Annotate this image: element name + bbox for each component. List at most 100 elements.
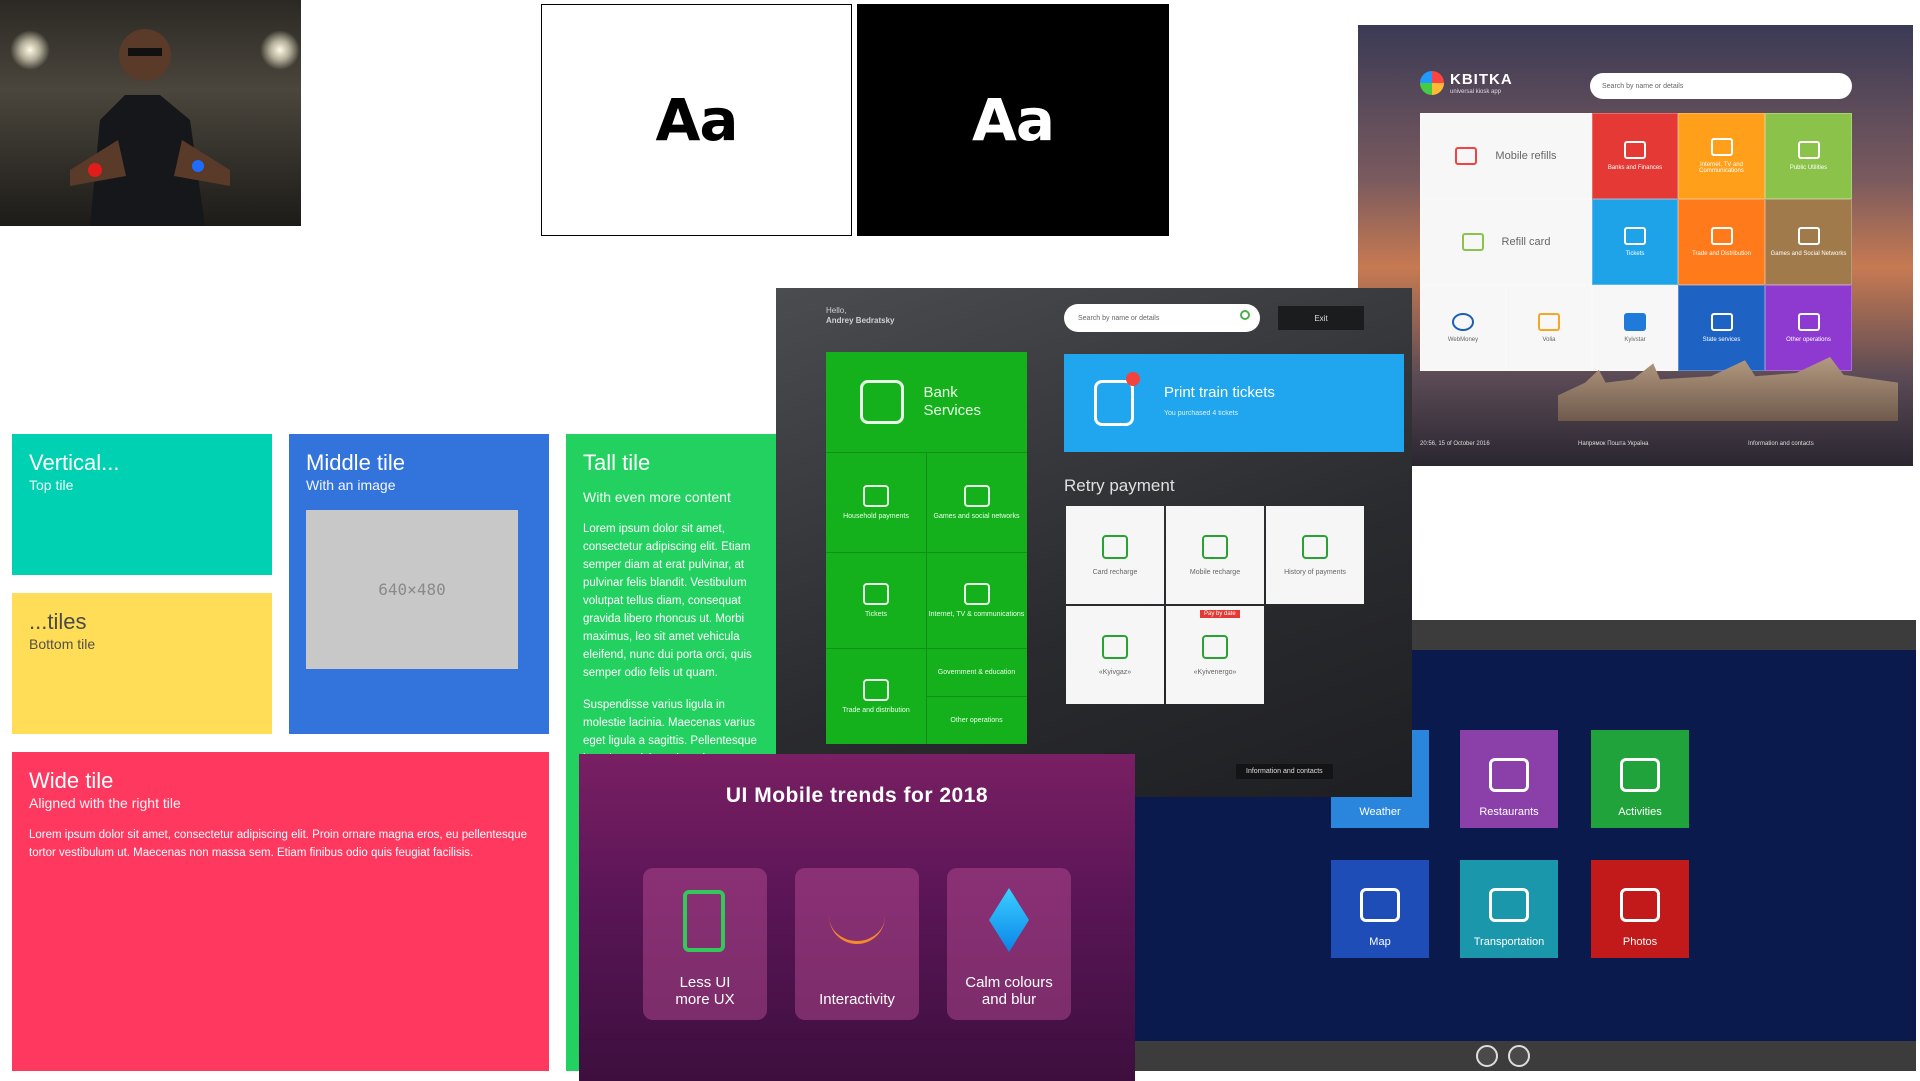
- search-input[interactable]: Search by name or details: [1590, 73, 1852, 99]
- banner-title: Print train tickets: [1164, 384, 1275, 401]
- card-icon: [1461, 233, 1484, 251]
- bag-icon: [1710, 227, 1733, 245]
- ticket-icon: [1624, 227, 1646, 245]
- tile-subtitle: Bottom tile: [29, 636, 96, 652]
- service-utilities[interactable]: Public Utilities: [1765, 113, 1852, 199]
- service-internet[interactable]: Internet, TV and Communications: [1678, 113, 1765, 199]
- trade-button[interactable]: Trade and distribution: [826, 648, 927, 744]
- notification-badge: [1126, 372, 1140, 386]
- info-contacts-link[interactable]: Information and contacts: [1236, 764, 1333, 779]
- flame-icon: [1102, 634, 1128, 659]
- tile-activities[interactable]: Activities: [1591, 730, 1689, 828]
- tile-title: Middle tile: [306, 450, 406, 475]
- list-icon: [1797, 313, 1820, 331]
- banner-subtitle: You purchased 4 tickets: [1164, 410, 1239, 417]
- briefcase-icon: [863, 678, 889, 701]
- service-trade[interactable]: Trade and Distribution: [1678, 199, 1765, 285]
- trend-card-less-ui: Less UI more UX: [643, 868, 767, 1020]
- flag-icon[interactable]: [1508, 1045, 1530, 1067]
- internet-button[interactable]: Internet, TV & communications: [926, 552, 1027, 649]
- train-icon: [1094, 380, 1134, 426]
- tickets-button[interactable]: Tickets: [826, 552, 927, 649]
- service-webmoney[interactable]: WebMoney: [1420, 285, 1506, 371]
- gamepad-icon: [963, 484, 990, 507]
- star-icon: [1624, 313, 1646, 331]
- ticket-icon: [863, 582, 889, 605]
- service-panel: Bank Services Household payments Games a…: [826, 352, 1027, 744]
- home-icon[interactable]: [1476, 1045, 1498, 1067]
- service-grid: Mobile refills Banks and Finances Intern…: [1420, 113, 1852, 371]
- gamepad-icon: [1797, 227, 1820, 245]
- tile-middle: Middle tile With an image 640×480: [289, 434, 549, 734]
- operators-icon: [1455, 147, 1478, 165]
- kbitka-logo-icon: [1420, 71, 1444, 95]
- tile-vertical-top: Vertical... Top tile: [12, 434, 272, 575]
- service-tickets[interactable]: Tickets: [1592, 199, 1678, 285]
- tile-vertical-bottom: ...tiles Bottom tile: [12, 593, 272, 734]
- government-button[interactable]: Government & education: [926, 648, 1027, 697]
- house-icon: [1797, 141, 1820, 159]
- person-silhouette: [70, 29, 230, 226]
- banner-title: UI Mobile trends for 2018: [725, 784, 989, 807]
- bank-icon: [1624, 141, 1646, 159]
- phone-touch-icon: [683, 890, 725, 952]
- games-button[interactable]: Games and social networks: [926, 452, 1027, 553]
- tile-photos[interactable]: Photos: [1591, 860, 1689, 958]
- trend-card-calm-colours: Calm colours and blur: [947, 868, 1071, 1020]
- brand-tagline: universal kiosk app: [1450, 89, 1502, 95]
- tile-restaurants[interactable]: Restaurants: [1460, 730, 1558, 828]
- service-other[interactable]: Other operations: [1765, 285, 1852, 371]
- lightning-icon: [1202, 634, 1228, 659]
- kyivgaz-button[interactable]: «Kyivgaz»: [1066, 606, 1164, 704]
- tile-subtitle: Aligned with the right tile: [29, 795, 181, 811]
- image-placeholder: 640×480: [306, 510, 518, 669]
- contacts-link[interactable]: Information and contacts: [1748, 441, 1814, 447]
- card-icon: [1102, 534, 1128, 559]
- household-button[interactable]: Household payments: [826, 452, 927, 553]
- tile-subtitle: With an image: [306, 477, 396, 493]
- service-games[interactable]: Games and Social Networks: [1765, 199, 1852, 285]
- tile-subtitle: Top tile: [29, 477, 74, 493]
- service-state[interactable]: State services: [1678, 285, 1765, 371]
- exit-button[interactable]: Exit: [1278, 306, 1364, 330]
- tile-paragraph: Lorem ipsum dolor sit amet, consectetur …: [29, 829, 527, 859]
- search-icon: [1240, 310, 1250, 320]
- service-refill-card[interactable]: Refill card: [1420, 199, 1592, 285]
- service-banks[interactable]: Banks and Finances: [1592, 113, 1678, 199]
- kyivenergo-button[interactable]: «Kyivenergo»: [1166, 606, 1264, 704]
- tile-map[interactable]: Map: [1331, 860, 1429, 958]
- house-icon: [863, 484, 889, 507]
- section-title: Retry payment: [1064, 476, 1175, 495]
- bank-services-button[interactable]: Bank Services: [826, 352, 1027, 453]
- volia-logo-icon: [1538, 313, 1560, 331]
- search-input[interactable]: Search by name or details: [1064, 304, 1260, 332]
- tile-subtitle: With even more content: [583, 489, 731, 505]
- globe-icon: [1452, 313, 1474, 331]
- other-operations-button[interactable]: Other operations: [926, 696, 1027, 744]
- train-icon: [1489, 888, 1529, 922]
- book-icon: [1302, 534, 1328, 559]
- monitor-icon: [963, 582, 990, 605]
- date-time: 20:56, 15 of October 2016: [1420, 441, 1490, 447]
- payment-history-button[interactable]: History of payments: [1266, 506, 1364, 604]
- tile-title: Wide tile: [29, 768, 114, 793]
- map-icon: [1360, 888, 1400, 922]
- tile-paragraph: Lorem ipsum dolor sit amet, consectetur …: [583, 523, 752, 679]
- service-volia[interactable]: Volia: [1506, 285, 1592, 371]
- card-recharge-button[interactable]: Card recharge: [1066, 506, 1164, 604]
- service-mobile-refills[interactable]: Mobile refills: [1420, 113, 1592, 199]
- typography-sample-light: Aa: [541, 4, 852, 236]
- phone-icon: [1202, 534, 1228, 559]
- photo-icon: [1620, 888, 1660, 922]
- due-badge: Pay by date: [1200, 610, 1240, 618]
- diamond-icon: [989, 888, 1029, 952]
- service-kyivstar[interactable]: Kyivstar: [1592, 285, 1678, 371]
- print-tickets-banner[interactable]: Print train tickets You purchased 4 tick…: [1064, 354, 1404, 452]
- building-icon: [1710, 313, 1733, 331]
- ui-trends-banner: UI Mobile trends for 2018 Less UI more U…: [579, 754, 1135, 1081]
- tile-wide: Wide tile Aligned with the right tile Lo…: [12, 752, 549, 1071]
- tile-title: Tall tile: [583, 450, 651, 475]
- tile-transportation[interactable]: Transportation: [1460, 860, 1558, 958]
- mobile-recharge-button[interactable]: Mobile recharge: [1166, 506, 1264, 604]
- photo-man-with-pills: [0, 0, 301, 226]
